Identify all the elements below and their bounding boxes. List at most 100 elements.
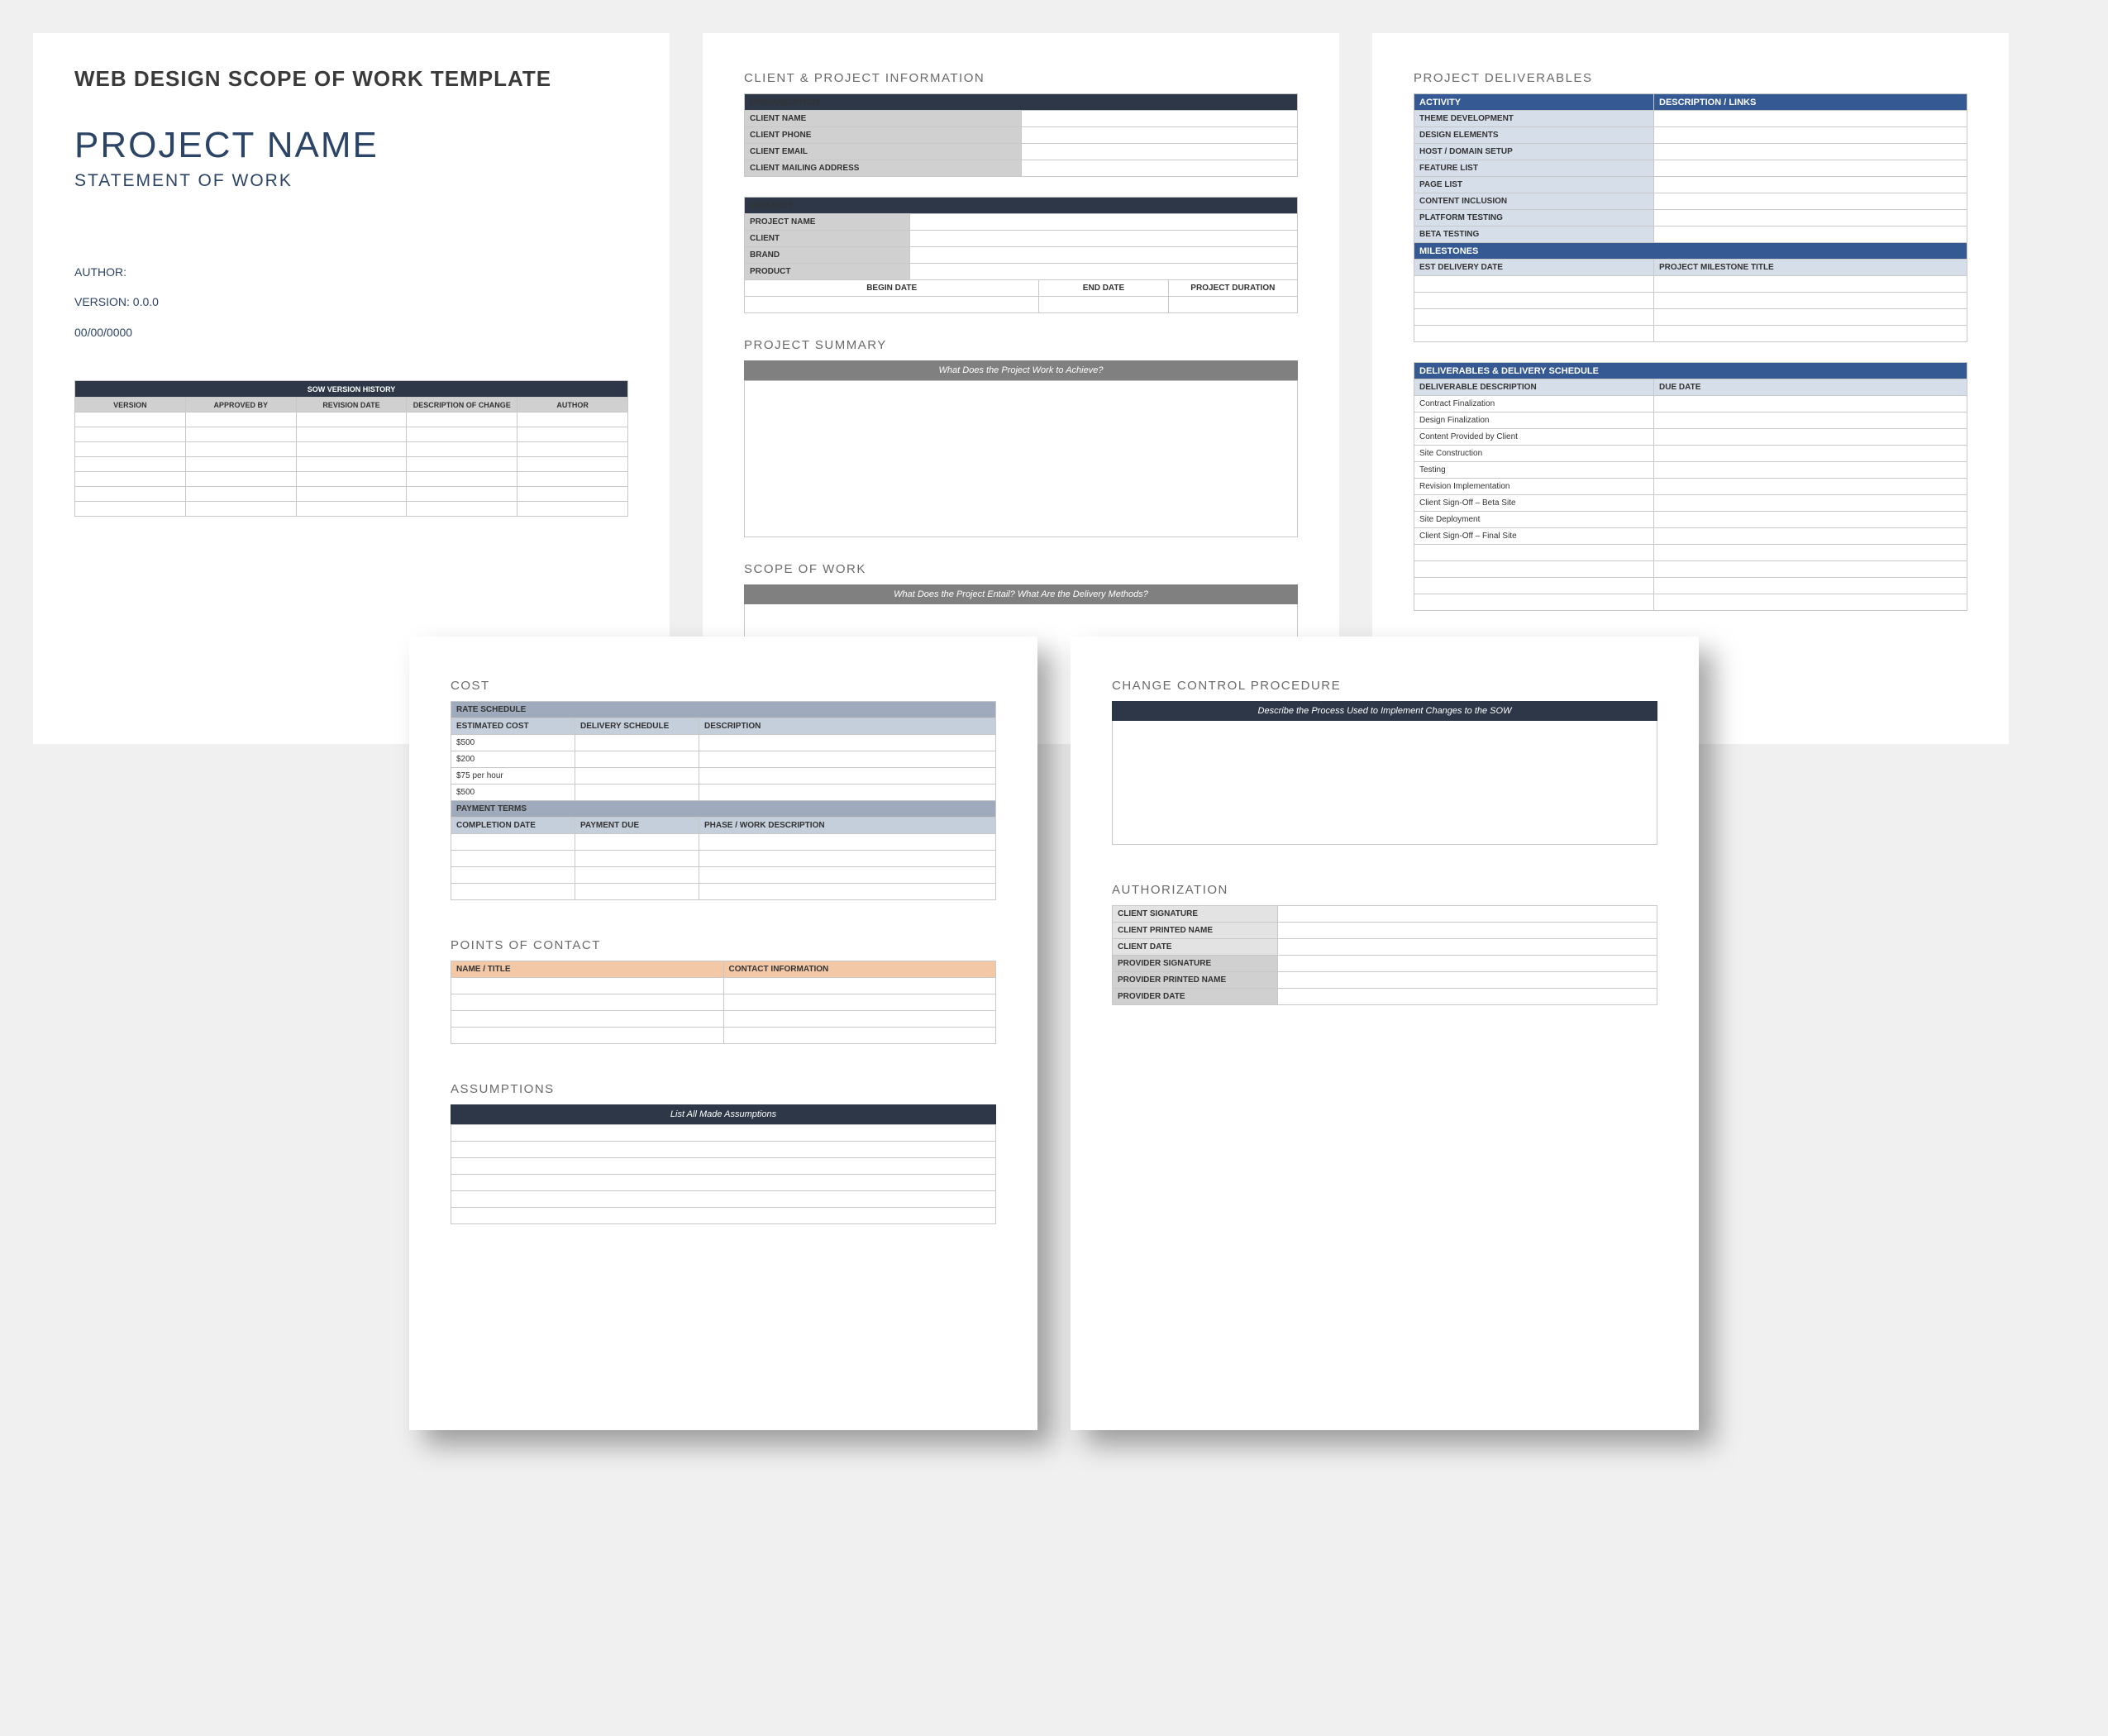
col-approved-by: APPROVED BY — [185, 398, 296, 413]
row-client-phone: CLIENT PHONE — [745, 127, 1022, 144]
col-activity: ACTIVITY — [1414, 94, 1654, 111]
table-row — [1414, 309, 1967, 326]
col-description-links: DESCRIPTION / LINKS — [1654, 94, 1967, 111]
col-name-title: NAME / TITLE — [451, 961, 724, 978]
rate-row-4: $500 — [451, 785, 575, 801]
version-label: VERSION: 0.0.0 — [74, 287, 628, 317]
rate-schedule-table: RATE SCHEDULE ESTIMATED COST DELIVERY SC… — [451, 701, 996, 900]
col-est-delivery-date: EST DELIVERY DATE — [1414, 260, 1654, 276]
col-project-duration: PROJECT DURATION — [1168, 280, 1297, 297]
table-row — [75, 413, 628, 427]
col-contact-information: CONTACT INFORMATION — [723, 961, 996, 978]
table-row — [451, 1208, 996, 1224]
row-product: PRODUCT — [745, 264, 910, 280]
delivery-schedule-table: DELIVERABLES & DELIVERY SCHEDULE DELIVER… — [1414, 362, 1967, 611]
table-row — [451, 851, 996, 867]
row-project-name: PROJECT NAME — [745, 214, 910, 231]
table-row — [1414, 293, 1967, 309]
rate-schedule-header: RATE SCHEDULE — [451, 702, 996, 718]
project-summary-box — [744, 380, 1298, 537]
table-row — [451, 1011, 996, 1028]
col-version: VERSION — [75, 398, 186, 413]
row-feature-list: FEATURE LIST — [1414, 160, 1654, 177]
organization-header: ORGANIZATION — [745, 94, 1298, 111]
table-row — [451, 1125, 996, 1142]
row-client-date: CLIENT DATE — [1113, 939, 1278, 956]
project-deliverables-title: PROJECT DELIVERABLES — [1414, 71, 1967, 85]
col-payment-due: PAYMENT DUE — [575, 818, 699, 834]
page-4-cost: COST RATE SCHEDULE ESTIMATED COST DELIVE… — [409, 637, 1037, 1430]
row-design-elements: DESIGN ELEMENTS — [1414, 127, 1654, 144]
table-row — [451, 1158, 996, 1175]
col-end-date: END DATE — [1039, 280, 1168, 297]
table-row — [451, 1191, 996, 1208]
scope-of-work-title: SCOPE OF WORK — [744, 562, 1298, 576]
col-completion-date: COMPLETION DATE — [451, 818, 575, 834]
table-row — [75, 442, 628, 457]
table-row — [745, 297, 1298, 313]
table-row — [1414, 594, 1967, 611]
change-control-box — [1112, 721, 1657, 845]
row-client-email: CLIENT EMAIL — [745, 144, 1022, 160]
points-of-contact-title: POINTS OF CONTACT — [451, 938, 996, 952]
row-design-finalization: Design Finalization — [1414, 413, 1654, 429]
project-name-heading: PROJECT NAME — [74, 125, 628, 166]
table-row — [451, 994, 996, 1011]
rate-row-2: $200 — [451, 751, 575, 768]
project-table: PROJECT PROJECT NAME CLIENT BRAND PRODUC… — [744, 197, 1298, 313]
row-provider-signature: PROVIDER SIGNATURE — [1113, 956, 1278, 972]
organization-table: ORGANIZATION CLIENT NAME CLIENT PHONE CL… — [744, 93, 1298, 177]
col-description-of-change: DESCRIPTION OF CHANGE — [407, 398, 517, 413]
col-delivery-schedule: DELIVERY SCHEDULE — [575, 718, 699, 735]
table-row — [1414, 276, 1967, 293]
points-of-contact-table: NAME / TITLE CONTACT INFORMATION — [451, 961, 996, 1044]
table-row — [75, 427, 628, 442]
col-deliverable-description: DELIVERABLE DESCRIPTION — [1414, 379, 1654, 396]
client-project-info-title: CLIENT & PROJECT INFORMATION — [744, 71, 1298, 85]
change-control-title: CHANGE CONTROL PROCEDURE — [1112, 679, 1657, 693]
project-summary-title: PROJECT SUMMARY — [744, 338, 1298, 352]
row-provider-printed-name: PROVIDER PRINTED NAME — [1113, 972, 1278, 989]
row-contract-finalization: Contract Finalization — [1414, 396, 1654, 413]
delivery-schedule-header: DELIVERABLES & DELIVERY SCHEDULE — [1414, 363, 1967, 379]
cost-title: COST — [451, 679, 996, 693]
scope-of-work-box — [744, 604, 1298, 637]
table-row — [451, 1142, 996, 1158]
row-client-printed-name: CLIENT PRINTED NAME — [1113, 923, 1278, 939]
template-title: WEB DESIGN SCOPE OF WORK TEMPLATE — [74, 66, 628, 92]
row-client-signature: CLIENT SIGNATURE — [1113, 906, 1278, 923]
table-row — [451, 1028, 996, 1044]
row-content-inclusion: CONTENT INCLUSION — [1414, 193, 1654, 210]
row-host-domain-setup: HOST / DOMAIN SETUP — [1414, 144, 1654, 160]
table-row — [451, 884, 996, 900]
row-theme-development: THEME DEVELOPMENT — [1414, 111, 1654, 127]
project-summary-prompt: What Does the Project Work to Achieve? — [744, 360, 1298, 380]
assumptions-table — [451, 1124, 996, 1224]
col-estimated-cost: ESTIMATED COST — [451, 718, 575, 735]
row-brand: BRAND — [745, 247, 910, 264]
payment-terms-header: PAYMENT TERMS — [451, 801, 996, 818]
col-author: AUTHOR — [517, 398, 628, 413]
row-client-signoff-final: Client Sign-Off – Final Site — [1414, 528, 1654, 545]
table-row — [451, 1175, 996, 1191]
row-client-signoff-beta: Client Sign-Off – Beta Site — [1414, 495, 1654, 512]
row-testing: Testing — [1414, 462, 1654, 479]
col-begin-date: BEGIN DATE — [745, 280, 1039, 297]
col-phase-work-description: PHASE / WORK DESCRIPTION — [699, 818, 996, 834]
row-site-deployment: Site Deployment — [1414, 512, 1654, 528]
table-row — [1414, 578, 1967, 594]
rate-row-3: $75 per hour — [451, 768, 575, 785]
scope-of-work-prompt: What Does the Project Entail? What Are t… — [744, 584, 1298, 604]
row-client: CLIENT — [745, 231, 910, 247]
assumptions-prompt: List All Made Assumptions — [451, 1104, 996, 1124]
row-client-mailing-address: CLIENT MAILING ADDRESS — [745, 160, 1022, 177]
table-row — [1414, 545, 1967, 561]
sow-version-history-table: SOW VERSION HISTORY VERSION APPROVED BY … — [74, 380, 628, 517]
project-header: PROJECT — [745, 198, 1298, 214]
table-row — [75, 487, 628, 502]
row-page-list: PAGE LIST — [1414, 177, 1654, 193]
row-client-name: CLIENT NAME — [745, 111, 1022, 127]
authorization-table: CLIENT SIGNATURE CLIENT PRINTED NAME CLI… — [1112, 905, 1657, 1005]
col-due-date: DUE DATE — [1654, 379, 1967, 396]
row-revision-implementation: Revision Implementation — [1414, 479, 1654, 495]
